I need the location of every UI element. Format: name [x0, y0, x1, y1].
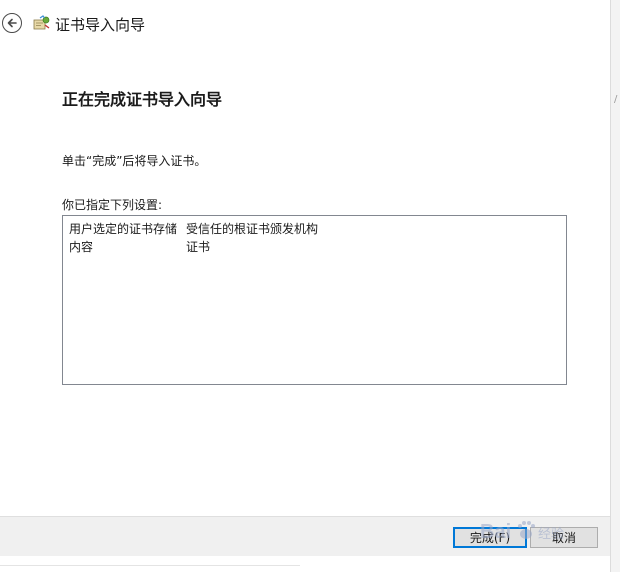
settings-list-label: 你已指定下列设置: — [62, 198, 163, 212]
wizard-title: 证书导入向导 — [55, 16, 146, 34]
page-heading: 正在完成证书导入向导 — [62, 90, 223, 109]
wizard-header: 证书导入向导 — [0, 0, 612, 47]
wizard-button-bar: 完成(F) 取消 — [0, 516, 610, 557]
settings-value: 证书 — [186, 240, 211, 254]
settings-list[interactable]: 用户选定的证书存储 受信任的根证书颁发机构 内容 证书 — [62, 215, 567, 385]
certificate-wizard-icon — [33, 15, 50, 30]
window-right-edge — [610, 0, 620, 572]
back-button[interactable] — [2, 13, 22, 33]
certificate-import-wizard-window: 证书导入向导 正在完成证书导入向导 单击“完成”后将导入证书。 你已指定下列设置… — [0, 0, 620, 572]
settings-key: 内容 — [69, 240, 94, 254]
finish-button[interactable]: 完成(F) — [453, 527, 527, 548]
edge-mark: / — [614, 94, 618, 105]
wizard-content: 正在完成证书导入向导 单击“完成”后将导入证书。 你已指定下列设置: 用户选定的… — [0, 46, 610, 516]
window-bottom-edge — [0, 556, 610, 572]
settings-value: 受信任的根证书颁发机构 — [186, 222, 319, 236]
instruction-text: 单击“完成”后将导入证书。 — [62, 154, 207, 168]
cancel-button[interactable]: 取消 — [530, 527, 598, 548]
back-arrow-icon — [7, 18, 17, 28]
divider — [0, 565, 300, 566]
settings-key: 用户选定的证书存储 — [69, 222, 178, 236]
